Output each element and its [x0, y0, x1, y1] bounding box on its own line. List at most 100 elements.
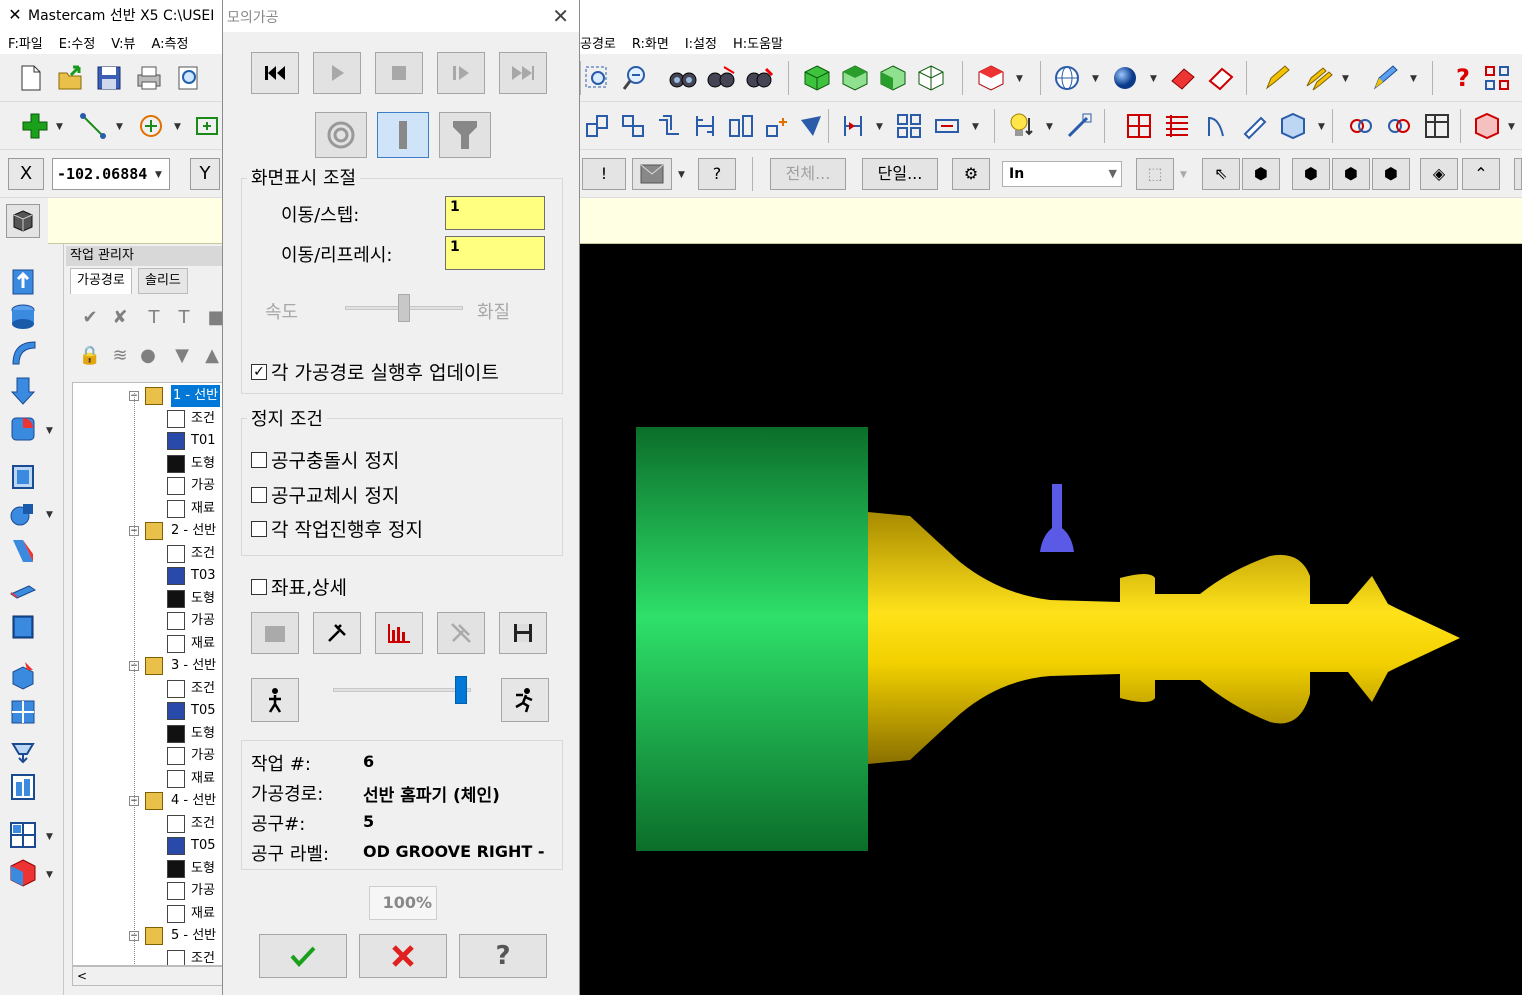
tree-child-item[interactable]: 도형	[73, 723, 225, 745]
save-simulation-button[interactable]	[499, 612, 547, 654]
operation-node[interactable]: −1 - 선반	[73, 385, 225, 407]
open-file-icon[interactable]	[54, 61, 88, 95]
chevron-down-icon[interactable]: ▼	[1410, 74, 1417, 84]
stop-button[interactable]	[375, 52, 423, 94]
chevron-down-icon[interactable]: ▼	[1150, 74, 1157, 84]
tree-child-item[interactable]: 도형	[73, 858, 225, 880]
grid-layout-icon[interactable]	[1480, 61, 1514, 95]
step-input[interactable]: 1	[445, 196, 545, 230]
hatch-icon[interactable]	[1160, 109, 1194, 143]
chevron-down-icon[interactable]: ▼	[1180, 170, 1187, 180]
select-all-button[interactable]: 전체...	[770, 158, 846, 190]
machine-button[interactable]	[251, 612, 299, 654]
light-bulb-icon[interactable]	[1004, 109, 1038, 143]
menu-settings[interactable]: I:설정	[677, 33, 725, 52]
view-side-icon[interactable]	[914, 61, 948, 95]
scroll-left-icon[interactable]: <	[77, 969, 87, 983]
tree-child-item[interactable]: 가공	[73, 475, 225, 497]
tree-child-item[interactable]: 재료	[73, 498, 225, 520]
speed-slider-thumb[interactable]	[398, 294, 410, 322]
frame-grid-icon[interactable]	[1420, 109, 1454, 143]
layout-grid-icon[interactable]	[6, 818, 40, 852]
tree-child-item[interactable]: 가공	[73, 745, 225, 767]
run-speed-slider-thumb[interactable]	[455, 676, 468, 704]
tab-solids[interactable]: 솔리드	[138, 268, 188, 294]
tree-child-item[interactable]: 조건	[73, 543, 225, 565]
view-binoculars-3-icon[interactable]	[742, 61, 776, 95]
globe-icon[interactable]	[1050, 61, 1084, 95]
chevron-down-icon[interactable]: ▼	[1508, 122, 1515, 132]
edge-select-icon[interactable]: ⬢	[1372, 158, 1410, 190]
new-file-icon[interactable]	[14, 61, 48, 95]
lathe-finish-icon[interactable]	[6, 336, 40, 370]
stop-each-op-checkbox[interactable]: 각 작업진행후 정지	[251, 515, 423, 542]
chevron-down-icon[interactable]: ▼	[972, 122, 979, 132]
xform-stretch-icon[interactable]	[688, 109, 722, 143]
select-single-button[interactable]: 단일...	[862, 158, 938, 190]
body-select-icon[interactable]: ⬢	[1332, 158, 1370, 190]
stock-flip-icon[interactable]	[6, 658, 40, 692]
lathe-plunge-icon[interactable]	[6, 534, 40, 568]
chevron-down-icon[interactable]: ▼	[46, 426, 53, 436]
xform-mirror-icon[interactable]	[616, 109, 650, 143]
pencils-icon[interactable]	[1302, 61, 1336, 95]
holder-display-button[interactable]	[439, 112, 491, 158]
grid-red-icon[interactable]	[1122, 109, 1156, 143]
lathe-cutoff-icon[interactable]	[6, 498, 40, 532]
eraser-red-icon[interactable]	[1166, 61, 1200, 95]
menu-analyze[interactable]: A:측정	[143, 33, 196, 52]
chain-blue-icon[interactable]	[1382, 109, 1416, 143]
chuck-icon[interactable]	[6, 732, 40, 766]
select-all-ops-icon[interactable]: ✔	[76, 304, 104, 332]
chevron-down-icon[interactable]: ▼	[56, 122, 63, 132]
stop-on-toolchange-checkbox[interactable]: 공구교체시 정지	[251, 481, 399, 508]
circle-icon[interactable]	[134, 109, 168, 143]
display-mode-button[interactable]	[315, 112, 367, 158]
chart-button[interactable]	[375, 612, 423, 654]
view-binoculars-2-icon[interactable]	[704, 61, 738, 95]
lock-icon[interactable]: 🔒	[76, 342, 104, 370]
tree-child-item[interactable]: T01	[73, 430, 225, 452]
fast-forward-button[interactable]	[499, 52, 547, 94]
chevron-down-icon[interactable]: ▼	[1046, 122, 1053, 132]
back-face-icon[interactable]: ◈	[1420, 158, 1458, 190]
trim-icon[interactable]	[836, 109, 870, 143]
regenerate-dirty-icon[interactable]: T	[170, 304, 198, 332]
dimension-icon[interactable]	[930, 109, 964, 143]
chevron-down-icon[interactable]: ▼	[46, 832, 53, 842]
zoom-out-icon[interactable]	[618, 61, 652, 95]
chevron-down-icon[interactable]: ▼	[1092, 74, 1099, 84]
exclamation-icon[interactable]: !	[582, 158, 626, 190]
solid-cube-icon[interactable]	[6, 204, 40, 238]
units-select[interactable]: In ▼	[1002, 161, 1122, 187]
menu-edit[interactable]: E:수정	[51, 33, 104, 52]
tree-child-item[interactable]: 가공	[73, 610, 225, 632]
xform-translate-icon[interactable]	[580, 109, 614, 143]
move-down-icon[interactable]: ▼	[168, 342, 196, 370]
select-dirty-ops-icon[interactable]: ✘	[106, 304, 134, 332]
red-cube-icon[interactable]	[6, 856, 40, 890]
coord-detail-checkbox[interactable]: 좌표,상세	[251, 573, 347, 600]
tree-child-item[interactable]: 도형	[73, 588, 225, 610]
view-binoculars-icon[interactable]	[666, 61, 700, 95]
slow-button[interactable]	[251, 678, 299, 722]
face-select-icon[interactable]: ⬢	[1292, 158, 1330, 190]
stop-on-collision-checkbox[interactable]: 공구충돌시 정지	[251, 446, 399, 473]
tree-child-item[interactable]: 도형	[73, 453, 225, 475]
chevron-down-icon[interactable]: ▼	[46, 870, 53, 880]
step-forward-button[interactable]	[437, 52, 485, 94]
chain-red-icon[interactable]	[1344, 109, 1378, 143]
xform-project-icon[interactable]	[794, 109, 828, 143]
wand-icon[interactable]	[1062, 109, 1096, 143]
tree-child-item[interactable]: 조건	[73, 678, 225, 700]
tree-child-item[interactable]: T05	[73, 700, 225, 722]
tree-child-item[interactable]: T05	[73, 835, 225, 857]
pencil-icon[interactable]	[1260, 61, 1294, 95]
menu-screen[interactable]: R:화면	[624, 33, 677, 52]
run-speed-slider[interactable]	[333, 688, 471, 692]
chevron-down-icon[interactable]: ▼	[155, 170, 162, 180]
menu-help[interactable]: H:도움말	[725, 33, 791, 52]
verify-button[interactable]	[313, 612, 361, 654]
update-each-checkbox[interactable]: ✓ 각 가공경로 실행후 업데이트	[251, 358, 499, 385]
fast-button[interactable]	[501, 678, 549, 722]
